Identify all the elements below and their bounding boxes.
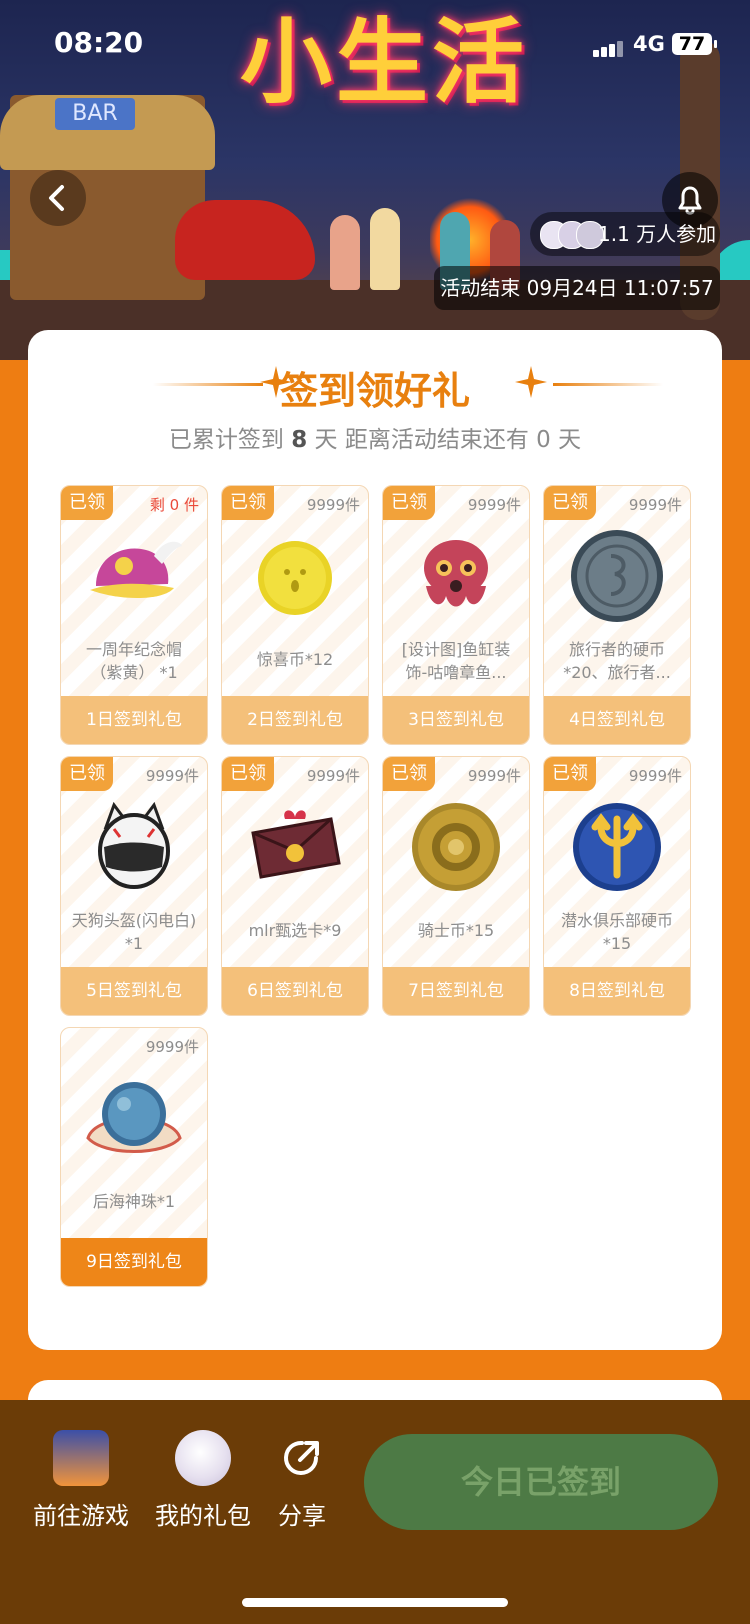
reward-tile-day-2[interactable]: 已领 9999件 惊喜币*12 2日签到礼包 <box>221 485 369 745</box>
claimed-badge: 已领 <box>383 486 435 520</box>
surprise-coin-icon <box>258 541 332 615</box>
bottom-action-bar: 前往游戏 我的礼包 分享 今日已签到 <box>0 1400 750 1624</box>
claimed-badge: 已领 <box>222 486 274 520</box>
participant-avatars <box>540 220 604 264</box>
claimed-badge: 已领 <box>544 486 596 520</box>
envelope-card-icon <box>251 810 341 879</box>
reward-stock: 剩 0 件 <box>149 496 199 514</box>
reward-tile-day-3[interactable]: 已领 9999件 [设计图]鱼缸装饰-咕噜章鱼... 3日签到礼包 <box>382 485 530 745</box>
gift-avatar-icon <box>175 1430 231 1486</box>
reward-stock: 9999件 <box>628 496 682 514</box>
reward-day-label: 3日签到礼包 <box>383 696 529 744</box>
chevron-left-icon <box>49 185 64 211</box>
reward-name: 惊喜币*12 <box>256 650 334 669</box>
reward-tile-day-1[interactable]: 已领 剩 0 件 一周年纪念帽（紫黄） *1 1日签到礼包 <box>60 485 208 745</box>
claimed-badge: 已领 <box>544 757 596 791</box>
checkin-card: 签到领好礼 已累计签到 8 天 距离活动结束还有 0 天 已领 剩 0 件 一周… <box>28 330 722 1350</box>
participants-badge: 1.1 万人参加 <box>530 212 720 256</box>
reward-name: 旅行者的硬币*20、旅行者... <box>563 640 671 682</box>
reward-name: 一周年纪念帽（紫黄） *1 <box>85 640 182 682</box>
claimed-badge: 已领 <box>222 757 274 791</box>
reward-name: 潜水俱乐部硬币*15 <box>560 911 673 953</box>
anniversary-cap-icon <box>90 541 182 599</box>
goto-game-label: 前往游戏 <box>33 1502 129 1530</box>
reward-day-label: 6日签到礼包 <box>222 967 368 1015</box>
network-type: 4G <box>633 32 665 56</box>
reward-stock: 9999件 <box>306 767 360 785</box>
back-button[interactable] <box>30 170 86 226</box>
motorcycle-illustration <box>175 200 315 280</box>
event-end-time: 活动结束 09月24日 11:07:57 <box>434 266 720 310</box>
reward-stock: 9999件 <box>145 1038 199 1056</box>
checkin-summary: 已累计签到 8 天 距离活动结束还有 0 天 <box>28 420 722 454</box>
reward-tile-day-4[interactable]: 已领 9999件 旅行者的硬币*20、旅行者... 4日签到礼包 <box>543 485 691 745</box>
reward-stock: 9999件 <box>628 767 682 785</box>
reward-name: mlr甄选卡*9 <box>248 921 342 940</box>
claimed-badge: 已领 <box>61 486 113 520</box>
status-bar: 08:20 4G 77 <box>0 0 750 92</box>
reward-day-label: 9日签到礼包 <box>61 1238 207 1286</box>
traveler-coin-icon <box>571 530 663 622</box>
days-left: 0 <box>536 427 551 453</box>
bar-sign: BAR <box>55 98 135 130</box>
battery-icon: 77 <box>672 33 712 55</box>
signal-icon <box>593 38 625 57</box>
summary-prefix: 已累计签到 <box>168 427 284 453</box>
home-indicator <box>242 1598 508 1607</box>
days-signed: 8 <box>291 427 308 453</box>
participants-count: 1.1 万人参加 <box>598 222 717 246</box>
status-time: 08:20 <box>54 26 144 59</box>
share-button[interactable]: 分享 <box>247 1430 357 1531</box>
sparkle-icon <box>515 366 547 398</box>
reward-stock: 9999件 <box>467 767 521 785</box>
battery-tip <box>714 40 717 48</box>
reward-day-label: 1日签到礼包 <box>61 696 207 744</box>
share-label: 分享 <box>278 1502 326 1530</box>
reward-tile-day-6[interactable]: 已领 9999件 mlr甄选卡*9 6日签到礼包 <box>221 756 369 1016</box>
title-decoration-right <box>553 383 663 386</box>
checkin-status-button[interactable]: 今日已签到 <box>364 1434 718 1530</box>
my-gifts-label: 我的礼包 <box>155 1502 251 1530</box>
reward-day-label: 5日签到礼包 <box>61 967 207 1015</box>
reward-name: 骑士币*15 <box>417 921 495 940</box>
tengu-helmet-icon <box>98 801 170 889</box>
reward-name: 天狗头盔(闪电白) *1 <box>71 911 197 953</box>
reward-stock: 9999件 <box>145 767 199 785</box>
reward-name: 后海神珠*1 <box>92 1192 176 1211</box>
game-icon <box>53 1430 109 1486</box>
reward-tile-day-8[interactable]: 已领 9999件 潜水俱乐部硬币*15 8日签到礼包 <box>543 756 691 1016</box>
reward-tile-day-7[interactable]: 已领 9999件 骑士币*15 7日签到礼包 <box>382 756 530 1016</box>
share-icon <box>284 1440 319 1475</box>
reward-tile-day-5[interactable]: 已领 9999件 天狗头盔(闪电白) *1 5日签到礼包 <box>60 756 208 1016</box>
section-title: 签到领好礼 <box>279 369 470 413</box>
reward-day-label: 4日签到礼包 <box>544 696 690 744</box>
reward-stock: 9999件 <box>467 496 521 514</box>
reward-day-label: 7日签到礼包 <box>383 967 529 1015</box>
claimed-badge: 已领 <box>61 757 113 791</box>
summary-mid: 天 距离活动结束还有 <box>314 427 529 453</box>
reward-tile-day-9[interactable]: 9999件 后海神珠*1 9日签到礼包 <box>60 1027 208 1287</box>
sea-pearl-icon <box>86 1082 182 1153</box>
octopus-icon <box>424 540 488 607</box>
goto-game-button[interactable]: 前往游戏 <box>26 1430 136 1531</box>
reward-day-label: 8日签到礼包 <box>544 967 690 1015</box>
reward-stock: 9999件 <box>306 496 360 514</box>
my-gifts-button[interactable]: 我的礼包 <box>148 1430 258 1531</box>
knight-coin-icon <box>412 803 500 891</box>
claimed-badge: 已领 <box>383 757 435 791</box>
summary-suffix: 天 <box>558 427 582 453</box>
diving-club-coin-icon <box>573 803 661 891</box>
reward-name: [设计图]鱼缸装饰-咕噜章鱼... <box>401 640 511 682</box>
reward-day-label: 2日签到礼包 <box>222 696 368 744</box>
